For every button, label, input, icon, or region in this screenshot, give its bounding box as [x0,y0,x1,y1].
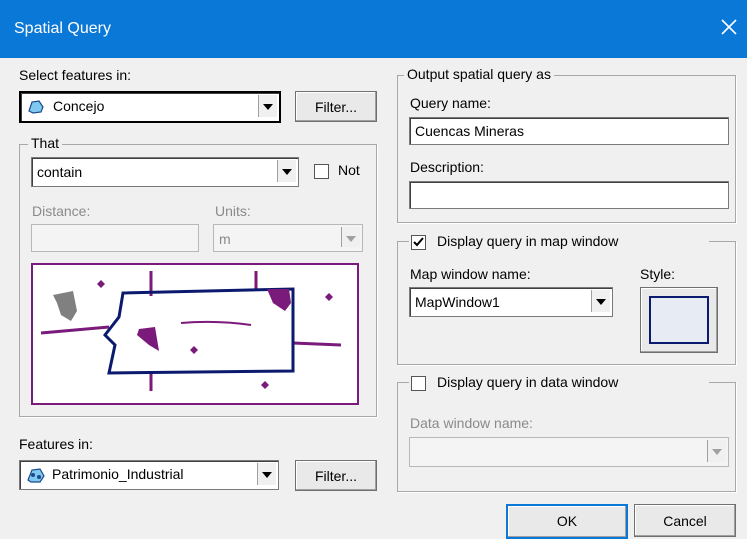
units-value: m [219,231,231,247]
that-group-label: That [28,135,63,151]
features-in-label: Features in: [19,436,93,452]
style-preview-swatch [649,296,709,344]
data-window-name-label: Data window name: [410,415,533,431]
spatial-relationship-preview [31,263,359,405]
ok-button-label: OK [556,513,578,529]
filter-button-label: Filter... [314,99,357,115]
data-display-checkbox[interactable] [411,376,426,391]
map-display-toggle[interactable]: Display query in map window [409,233,709,251]
description-input[interactable] [409,181,729,209]
map-window-name-label: Map window name: [410,266,531,282]
chevron-down-icon[interactable] [707,440,726,462]
chevron-down-icon[interactable] [258,95,277,117]
filter-button-label: Filter... [314,468,357,484]
select-features-value: Concejo [53,98,105,114]
checkmark-icon [413,237,424,247]
ok-button[interactable]: OK [506,504,628,539]
chevron-down-icon[interactable] [591,290,610,312]
map-display-checkbox[interactable] [411,235,426,250]
description-label: Description: [410,159,484,175]
output-group-label: Output spatial query as [404,66,554,82]
title-bar: Spatial Query [0,0,747,58]
query-name-input[interactable]: Cuencas Mineras [409,117,729,145]
operator-combo[interactable]: contain [31,157,299,187]
features-in-value: Patrimonio_Industrial [52,466,184,482]
chevron-down-icon[interactable] [341,227,360,247]
operator-value: contain [37,164,83,180]
style-button[interactable] [640,287,718,353]
region-layer-icon [28,100,44,114]
features-in-combo[interactable]: Patrimonio_Industrial [19,460,279,490]
style-label: Style: [640,266,676,282]
distance-input[interactable] [31,224,199,252]
units-combo[interactable]: m [213,224,363,252]
chevron-down-icon[interactable] [257,463,276,485]
map-window-combo[interactable]: MapWindow1 [409,287,613,317]
query-name-value: Cuencas Mineras [415,123,524,139]
data-display-toggle[interactable]: Display query in data window [409,374,709,392]
close-icon[interactable] [716,14,742,40]
distance-label: Distance: [32,203,91,219]
cancel-button-label: Cancel [663,513,707,529]
select-features-label: Select features in: [19,67,132,83]
map-window-value: MapWindow1 [415,294,500,310]
chevron-down-icon[interactable] [277,160,296,182]
query-name-label: Query name: [410,95,491,111]
data-window-combo[interactable] [409,437,729,467]
window-title: Spatial Query [14,20,111,37]
not-label: Not [338,162,360,178]
units-label: Units: [215,203,251,219]
point-layer-icon [27,468,45,483]
map-display-label: Display query in map window [437,233,619,249]
select-features-combo[interactable]: Concejo [19,91,281,123]
cancel-button[interactable]: Cancel [634,504,736,537]
features-in-filter-button[interactable]: Filter... [295,460,377,491]
data-display-label: Display query in data window [437,374,619,390]
not-checkbox[interactable] [314,164,329,179]
select-features-filter-button[interactable]: Filter... [295,91,377,122]
